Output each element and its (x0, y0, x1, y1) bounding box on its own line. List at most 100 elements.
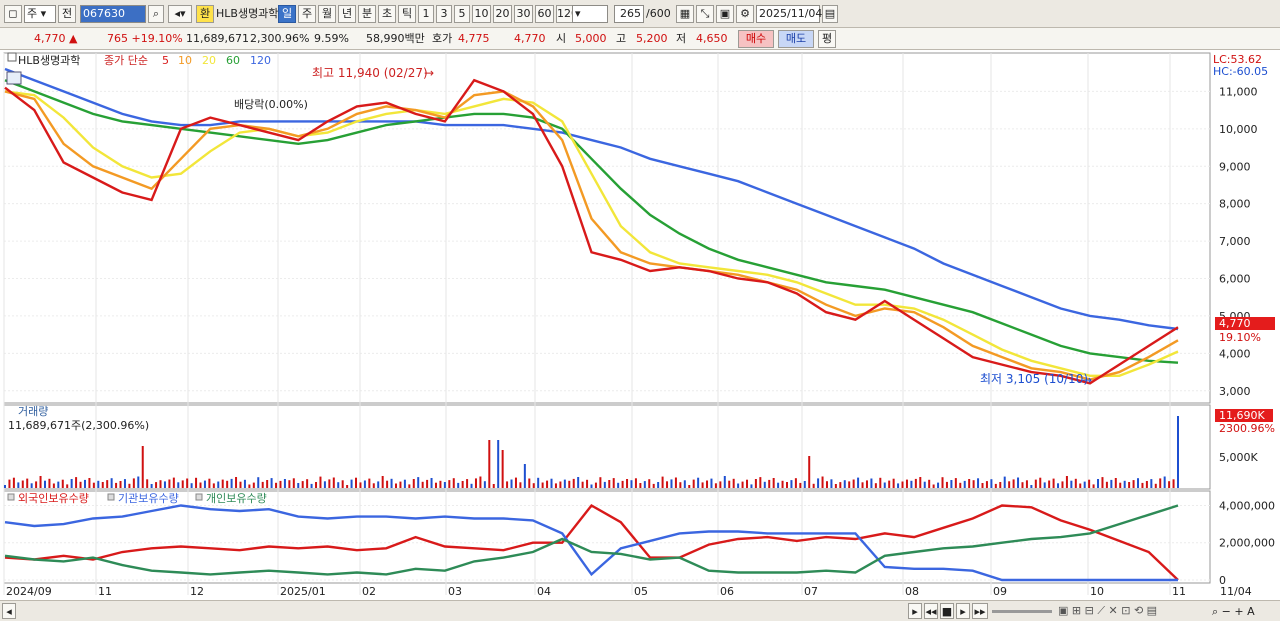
x-axis-label: 07 (804, 585, 818, 598)
volume-bar (79, 481, 82, 488)
volume-bar (150, 484, 153, 488)
zoom-slider[interactable] (992, 610, 1052, 613)
interval-tab-30[interactable]: 30 (514, 5, 533, 23)
volume-bar (279, 480, 282, 488)
period-tab-4[interactable]: 분 (358, 5, 376, 23)
volume-bar (1025, 480, 1028, 488)
volume-bar (106, 480, 109, 488)
volume-bar (30, 483, 33, 488)
volume-bar (657, 482, 660, 488)
volume-bar (803, 481, 806, 488)
volume-bar (26, 478, 29, 488)
fast-forward-icon[interactable]: ▸▸ (972, 603, 988, 619)
volume-bar (66, 484, 69, 488)
period-tab-5[interactable]: 초 (378, 5, 396, 23)
volume-bar (594, 482, 597, 488)
period-tab-1[interactable]: 주 (298, 5, 316, 23)
volume-bar (315, 482, 318, 488)
speaker-icon[interactable]: ◂▾ (168, 5, 192, 23)
volume-bar (1052, 478, 1055, 488)
volume-bar (1177, 416, 1179, 488)
interval-tab-60[interactable]: 60 (535, 5, 554, 23)
volume-bar (666, 481, 669, 488)
chart-type-icon[interactable]: ▦ (676, 5, 694, 23)
grid-toggle-icon[interactable] (6, 71, 22, 85)
save-icon[interactable]: ▣ (716, 5, 734, 23)
volume-bar (110, 478, 113, 488)
x-axis-label: 04 (537, 585, 551, 598)
interval-tab-1[interactable]: 1 (418, 5, 434, 23)
volume-bar (750, 484, 753, 488)
volume-bar (426, 479, 429, 488)
volume-bar (163, 481, 166, 488)
panel-menu-icon[interactable] (7, 52, 17, 62)
draw-tool-icon[interactable]: ⤡ (696, 5, 714, 23)
period-tab-6[interactable]: 틱 (398, 5, 416, 23)
count-input[interactable]: 265 (614, 5, 644, 23)
volume-bar (550, 478, 553, 488)
volume-bar (848, 481, 851, 488)
calendar-icon[interactable]: ▤ (822, 5, 838, 23)
volume-bar (537, 477, 540, 488)
volume-bar (652, 483, 655, 488)
interval-tab-20[interactable]: 20 (493, 5, 512, 23)
prev-button[interactable]: 전 (58, 5, 76, 23)
scroll-left-icon[interactable]: ◂ (2, 603, 16, 619)
period-tab-3[interactable]: 년 (338, 5, 356, 23)
sell-button[interactable]: 매도 (778, 30, 814, 48)
chart-tool-icons[interactable]: ▣ ⊞ ⊟ ⟋ ✕ ⊡ ⟲ ▤ (1058, 604, 1206, 618)
interval-tab-3[interactable]: 3 (436, 5, 452, 23)
volume-bar (195, 477, 198, 488)
period-tab-0[interactable]: 일 (278, 5, 296, 23)
type-select[interactable]: 주 ▾ (24, 5, 56, 23)
open-label: 시 (556, 32, 567, 45)
volume-bar (221, 479, 224, 488)
volume-bar (1061, 481, 1064, 488)
volume-bar (83, 479, 86, 488)
volume-bar (257, 477, 260, 488)
interval-custom-input[interactable]: ▾ (572, 5, 608, 23)
legend-box-icon (7, 493, 15, 501)
date-input[interactable]: 2025/11/04 (756, 5, 822, 23)
volume-bar (732, 478, 735, 488)
volume-last-pct: 2300.96% (1219, 422, 1275, 435)
buy-button[interactable]: 매수 (738, 30, 774, 48)
stock-chart[interactable]: →→ HLB생명과학 종가 단순 5 10 20 60 120 LC:53.62 HC:… (0, 50, 1280, 600)
volume-bar (75, 477, 78, 488)
volume-bar (319, 476, 322, 488)
zoom-controls[interactable]: ⌕ − + A (1212, 604, 1255, 620)
volume-bar (674, 477, 677, 488)
volume-bar (874, 483, 877, 488)
period-tab-2[interactable]: 월 (318, 5, 336, 23)
volume-bar (199, 482, 202, 488)
volume-bar (395, 483, 397, 488)
volume-bar (865, 480, 868, 488)
quote-bar: 4,770 ▲ 765 +19.10% 11,689,671 2,300.96%… (0, 28, 1280, 50)
volume-bar (1070, 480, 1073, 488)
eval-button[interactable]: 평 (818, 30, 836, 48)
gear-icon[interactable]: ⚙ (736, 5, 754, 23)
volume-bar (528, 478, 531, 488)
volume-bar (1083, 481, 1086, 488)
volume-bar (568, 480, 571, 488)
volume-bar (8, 479, 11, 488)
holdings-y-tick: 4,000,000 (1219, 499, 1275, 512)
price-y-tick: 11,000 (1219, 85, 1258, 98)
rewind-icon[interactable]: ◂◂ (924, 603, 938, 619)
volume-bar (1021, 482, 1024, 488)
stop-icon[interactable]: ■ (940, 603, 954, 619)
holdings-legend-1: 기관보유수량 (118, 492, 179, 505)
interval-tab-10[interactable]: 10 (472, 5, 491, 23)
interval-tab-5[interactable]: 5 (454, 5, 470, 23)
volume-bar (92, 482, 95, 488)
volume-bar (950, 480, 953, 488)
stock-code-input[interactable]: 067630 (80, 5, 146, 23)
volume-bar (1065, 476, 1068, 488)
bottom-scrollbar[interactable]: ◂ ▸ ◂◂ ■ ▸ ▸▸ ▣ ⊞ ⊟ ⟋ ✕ ⊡ ⟲ ▤ ⌕ − + A (0, 600, 1280, 621)
window-menu-icon[interactable]: ◻ (4, 5, 22, 23)
play-icon[interactable]: ▸ (956, 603, 970, 619)
volume-bar (408, 484, 411, 488)
volume-bar (688, 485, 691, 488)
scroll-right-icon[interactable]: ▸ (908, 603, 922, 619)
search-icon[interactable]: ⌕ (148, 5, 164, 23)
